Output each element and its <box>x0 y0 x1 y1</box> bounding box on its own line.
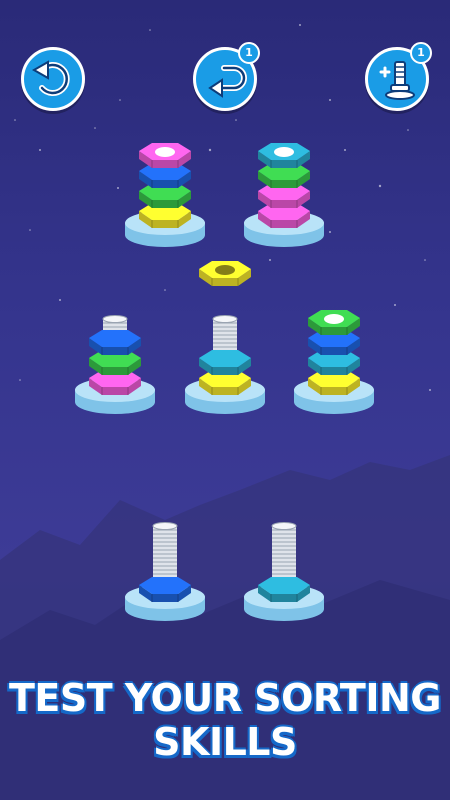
bolt-stand[interactable] <box>244 522 324 622</box>
promo-banner: TEST YOUR SORTING SKILLS <box>0 676 450 764</box>
banner-line-1: TEST YOUR SORTING <box>9 676 442 720</box>
bolt-stand[interactable] <box>185 315 265 415</box>
nut-pink <box>139 143 191 168</box>
nut-blue <box>89 330 141 355</box>
banner-line-2: SKILLS <box>153 720 297 764</box>
floating-nut <box>199 261 251 286</box>
bolt-stand[interactable] <box>125 522 205 622</box>
bolt-stand[interactable] <box>125 143 205 247</box>
nut-green <box>308 310 360 335</box>
nut-cyan <box>199 350 251 375</box>
nut-cyan <box>258 143 310 168</box>
nut-blue <box>139 577 191 602</box>
bolt-stand[interactable] <box>244 143 324 247</box>
nut-cyan <box>258 577 310 602</box>
bolt-stand[interactable] <box>294 310 374 414</box>
bolt-stand[interactable] <box>75 315 155 415</box>
